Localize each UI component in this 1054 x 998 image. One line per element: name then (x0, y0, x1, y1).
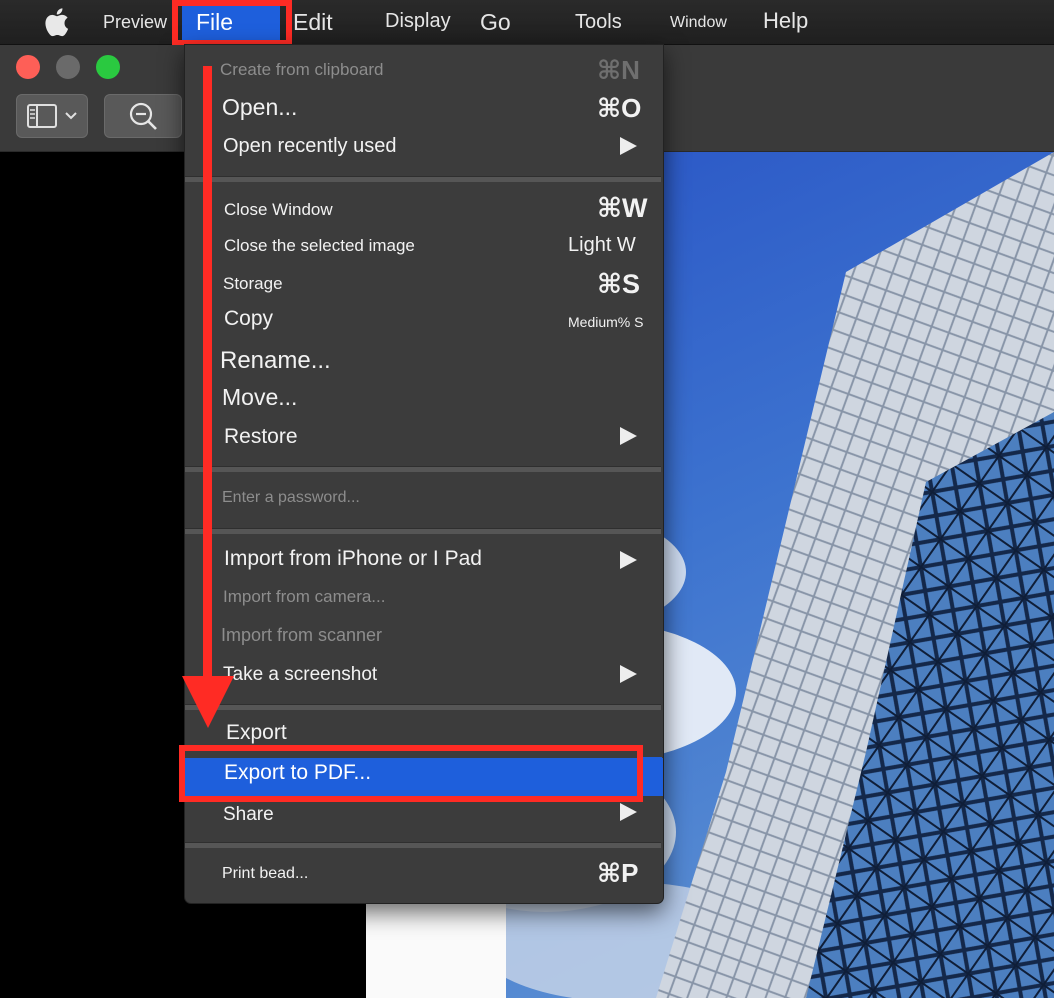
menu-separator (185, 528, 661, 534)
zoom-out-button[interactable] (104, 94, 182, 138)
menu-separator (185, 176, 661, 182)
menu-item-move[interactable]: Move... (222, 386, 297, 409)
menu-item-export[interactable]: Export (226, 722, 287, 743)
highlight-edge (640, 757, 662, 795)
submenu-arrow-icon (620, 427, 637, 445)
menu-item-take-screenshot[interactable]: Take a screenshot (223, 665, 377, 684)
close-window-button[interactable] (16, 55, 40, 79)
shortcut-open: ⌘O (597, 93, 642, 123)
menu-item-storage[interactable]: Storage (223, 275, 283, 292)
menu-item-create-from-clipboard: Create from clipboard (220, 60, 384, 79)
menu-item-copy[interactable]: Copy (224, 308, 273, 329)
menu-item-restore[interactable]: Restore (224, 426, 298, 447)
shortcut-close-selected-image: Light W (568, 234, 636, 256)
menu-edit[interactable]: Edit (293, 11, 333, 34)
menu-separator (185, 466, 661, 472)
shortcut-storage: ⌘S (597, 269, 641, 299)
menu-separator (185, 842, 661, 848)
menu-item-share[interactable]: Share (223, 805, 274, 824)
zoom-out-icon (129, 102, 157, 130)
menu-item-export-to-pdf[interactable]: Export to PDF... (224, 762, 371, 783)
shortcut-print: ⌘P (597, 858, 639, 888)
menu-bar: Preview File Edit Display Go Tools Windo… (0, 0, 1054, 45)
menu-item-enter-password: Enter a password... (222, 489, 360, 506)
menu-item-import-iphone[interactable]: Import from iPhone or I Pad (224, 548, 482, 569)
menu-file[interactable]: File (196, 11, 233, 34)
menu-help[interactable]: Help (763, 10, 808, 32)
sidebar-toggle-button[interactable] (16, 94, 88, 138)
menu-item-close-selected-image[interactable]: Close the selected image (224, 237, 415, 254)
submenu-arrow-icon (620, 137, 637, 155)
menu-tools[interactable]: Tools (575, 12, 622, 32)
menu-separator (185, 704, 661, 710)
submenu-arrow-icon (620, 551, 637, 569)
shortcut-create-from-clipboard: ⌘N (597, 55, 640, 85)
zoom-window-button[interactable] (96, 55, 120, 79)
submenu-arrow-icon (620, 665, 637, 683)
menu-display[interactable]: Display (385, 11, 451, 31)
shortcut-close-window: ⌘W (597, 193, 648, 223)
menu-item-print[interactable]: Print bead... (222, 866, 308, 882)
minimize-window-button[interactable] (56, 55, 80, 79)
menu-go[interactable]: Go (480, 11, 511, 34)
menu-item-import-scanner: Import from scanner (221, 625, 383, 645)
apple-icon[interactable] (40, 6, 70, 38)
menu-window[interactable]: Window (670, 15, 727, 31)
submenu-arrow-icon (620, 803, 637, 821)
menu-item-open[interactable]: Open... (222, 96, 297, 119)
file-menu: Create from clipboard ⌘N Open... ⌘O Open… (184, 44, 664, 904)
menu-item-rename[interactable]: Rename... (220, 349, 331, 373)
menu-item-close-window[interactable]: Close Window (224, 201, 333, 218)
sidebar-icon (27, 104, 77, 128)
menu-item-import-camera: Import from camera... (223, 587, 386, 606)
shortcut-copy: Medium% S (568, 314, 644, 330)
menu-preview[interactable]: Preview (103, 13, 167, 31)
menu-item-open-recent[interactable]: Open recently used (223, 136, 396, 156)
